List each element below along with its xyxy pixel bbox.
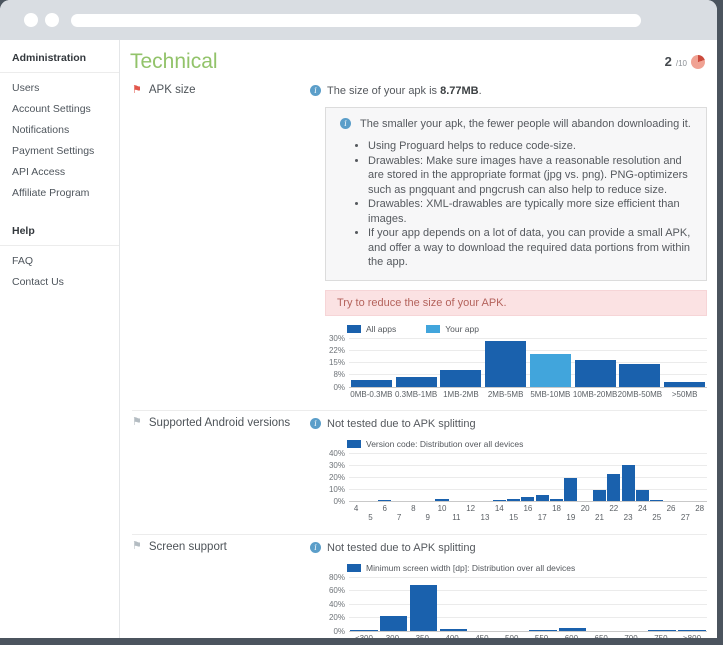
sidebar-heading-administration: Administration bbox=[0, 40, 119, 73]
flag-icon: ⚑ bbox=[132, 417, 142, 428]
tip-item: Drawables: XML-drawables are typically m… bbox=[368, 197, 694, 226]
main-content: Technical 2 /10 ⚑ APK size i The size of… bbox=[120, 40, 717, 638]
browser-window: Administration UsersAccount SettingsNoti… bbox=[0, 0, 717, 638]
info-icon[interactable]: i bbox=[340, 118, 351, 129]
info-icon[interactable]: i bbox=[310, 542, 321, 553]
score-pie-icon bbox=[691, 55, 705, 69]
score-total: /10 bbox=[676, 59, 687, 68]
section-title: Supported Android versions bbox=[149, 417, 290, 429]
apk-size-tipbox: i The smaller your apk, the fewer people… bbox=[325, 107, 707, 281]
screen-support-summary: Not tested due to APK splitting bbox=[327, 541, 476, 555]
section-divider bbox=[132, 410, 707, 411]
sidebar-item[interactable]: Payment Settings bbox=[0, 140, 119, 161]
sidebar-item[interactable]: Contact Us bbox=[0, 271, 119, 292]
flag-icon: ⚑ bbox=[132, 541, 142, 552]
score-value: 2 bbox=[665, 54, 672, 69]
tip-item: Using Proguard helps to reduce code-size… bbox=[368, 139, 694, 154]
section-screen-support: ⚑ Screen support i Not tested due to APK… bbox=[130, 541, 712, 639]
sidebar-item[interactable]: Affiliate Program bbox=[0, 182, 119, 203]
sidebar-item[interactable]: Account Settings bbox=[0, 98, 119, 119]
apk-size-chart: All appsYour app30%22%15%8%0%0MB-0.3MB0.… bbox=[325, 324, 707, 399]
tip-item: Drawables: Make sure images have a reaso… bbox=[368, 154, 694, 198]
sidebar-item[interactable]: FAQ bbox=[0, 250, 119, 271]
sidebar-heading-help: Help bbox=[0, 213, 119, 246]
window-button[interactable] bbox=[45, 13, 59, 27]
window-button[interactable] bbox=[24, 13, 38, 27]
info-icon[interactable]: i bbox=[310, 418, 321, 429]
apk-size-alert: Try to reduce the size of your APK. bbox=[325, 290, 707, 316]
tip-intro-text: The smaller your apk, the fewer people w… bbox=[360, 117, 691, 131]
score-badge: 2 /10 bbox=[665, 54, 705, 69]
screen-support-chart: Minimum screen width [dp]: Distribution … bbox=[325, 563, 707, 639]
sidebar-item[interactable]: API Access bbox=[0, 161, 119, 182]
android-versions-summary: Not tested due to APK splitting bbox=[327, 417, 476, 431]
sidebar: Administration UsersAccount SettingsNoti… bbox=[0, 40, 120, 638]
info-icon[interactable]: i bbox=[310, 85, 321, 96]
section-android-versions: ⚑ Supported Android versions i Not teste… bbox=[130, 417, 712, 523]
address-bar[interactable] bbox=[71, 14, 641, 27]
page-title: Technical bbox=[130, 50, 712, 74]
section-apk-size: ⚑ APK size i The size of your apk is 8.7… bbox=[130, 84, 712, 399]
browser-chrome bbox=[0, 0, 717, 40]
apk-size-summary: The size of your apk is 8.77MB. bbox=[327, 84, 482, 98]
section-title: APK size bbox=[149, 84, 196, 96]
android-versions-chart: Version code: Distribution over all devi… bbox=[325, 439, 707, 523]
section-divider bbox=[132, 534, 707, 535]
flag-icon: ⚑ bbox=[132, 85, 142, 96]
sidebar-item[interactable]: Users bbox=[0, 77, 119, 98]
tip-item: If your app depends on a lot of data, yo… bbox=[368, 226, 694, 270]
section-title: Screen support bbox=[149, 541, 227, 553]
sidebar-item[interactable]: Notifications bbox=[0, 119, 119, 140]
